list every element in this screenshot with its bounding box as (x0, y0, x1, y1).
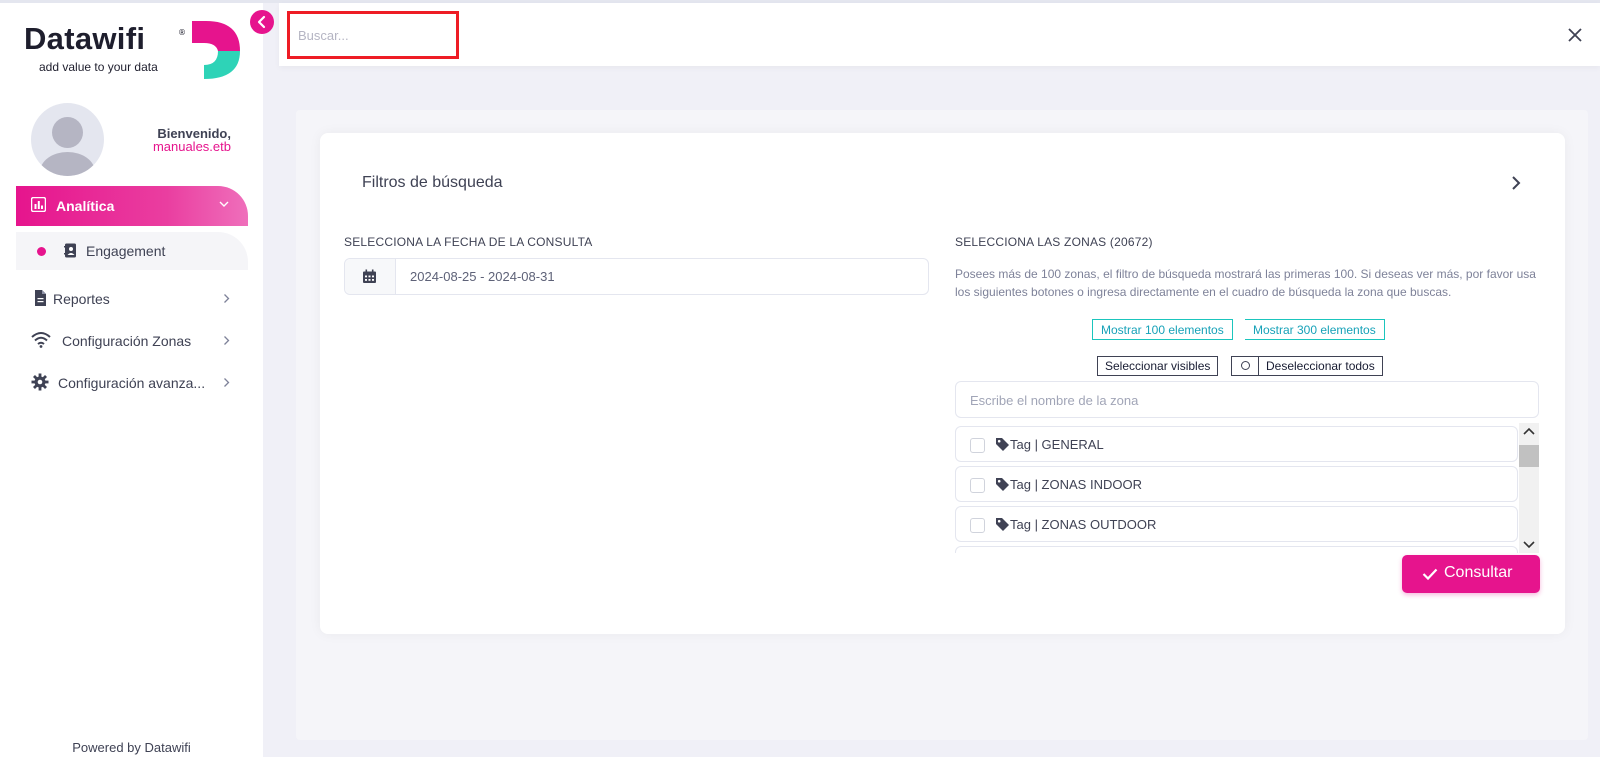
chevron-right-icon[interactable] (1508, 174, 1524, 192)
card-title: Filtros de búsqueda (362, 174, 503, 191)
username[interactable]: manuales.etb (110, 139, 231, 154)
date-range-picker[interactable]: 2024-08-25 - 2024-08-31 (344, 258, 929, 295)
chevron-right-icon (224, 336, 230, 345)
circle-icon (1240, 361, 1250, 370)
contact-card-icon (64, 243, 76, 258)
deselect-all-button[interactable]: Deseleccionar todos (1258, 356, 1383, 376)
calendar-icon (363, 269, 376, 283)
top-header (279, 3, 1600, 66)
sidebar-item-label: Configuración avanza... (58, 375, 206, 391)
show-300-button[interactable]: Mostrar 300 elementos (1245, 319, 1385, 340)
brand-logo[interactable]: Datawifi ® add value to your data (24, 21, 244, 83)
date-label: SELECCIONA LA FECHA DE LA CONSULTA (344, 235, 593, 249)
select-visible-button[interactable]: Seleccionar visibles (1097, 356, 1219, 376)
avatar-body (40, 152, 95, 176)
check-icon (1422, 568, 1438, 581)
file-icon (35, 290, 46, 306)
consultar-label: Consultar (1444, 564, 1513, 581)
sidebar-collapse-button[interactable] (250, 10, 274, 34)
search-box[interactable] (287, 11, 459, 59)
registered-mark: ® (178, 28, 186, 37)
avatar-head (52, 117, 83, 148)
zone-list-scrollbar[interactable] (1519, 423, 1539, 553)
zone-checkbox[interactable] (970, 518, 985, 533)
zone-search-field[interactable] (955, 381, 1539, 418)
sidebar-item-configuracion-avanzada[interactable]: Configuración avanza... (16, 365, 248, 401)
zone-label: Tag | GENERAL (1010, 437, 1104, 452)
zone-item[interactable]: Tag | ZONAS INDOOR (955, 466, 1518, 502)
zone-search-input[interactable] (970, 391, 1520, 409)
scroll-up-icon[interactable] (1523, 427, 1535, 437)
sidebar: Datawifi ® add value to your data Bienve… (0, 3, 263, 757)
zone-item[interactable] (955, 546, 1518, 553)
tag-icon (996, 518, 1009, 531)
show-100-button[interactable]: Mostrar 100 elementos (1092, 319, 1233, 340)
brand-tagline: add value to your data (39, 60, 158, 74)
zone-label: Tag | ZONAS OUTDOOR (1010, 517, 1157, 532)
sidebar-item-label: Analítica (56, 198, 115, 214)
sidebar-item-reportes[interactable]: Reportes (16, 281, 248, 317)
date-addon[interactable] (345, 259, 396, 294)
sidebar-item-label: Engagement (86, 243, 166, 259)
zone-list[interactable]: Tag | GENERAL Tag | ZONAS INDOOR Tag | Z… (955, 423, 1539, 553)
scroll-thumb[interactable] (1519, 445, 1539, 467)
sidebar-item-label: Configuración Zonas (62, 333, 192, 349)
brand-mark-icon (192, 21, 240, 79)
powered-by: Powered by Datawifi (72, 740, 191, 755)
bar-chart-icon (31, 197, 46, 212)
zone-item[interactable]: Tag | GENERAL (955, 426, 1518, 462)
zones-label: SELECCIONA LAS ZONAS (20672) (955, 235, 1153, 249)
search-input[interactable] (298, 26, 448, 44)
chevron-right-icon (224, 378, 230, 387)
zone-item[interactable]: Tag | ZONAS OUTDOOR (955, 506, 1518, 542)
tag-icon (996, 478, 1009, 491)
date-range-value[interactable]: 2024-08-25 - 2024-08-31 (410, 269, 555, 284)
sidebar-item-analitica[interactable]: Analítica (16, 186, 248, 226)
zones-info-text: Posees más de 100 zonas, el filtro de bú… (955, 267, 1536, 299)
chevron-left-icon (257, 15, 266, 29)
sidebar-item-engagement[interactable]: Engagement (16, 232, 248, 270)
zone-checkbox[interactable] (970, 438, 985, 453)
chevron-right-icon (224, 294, 230, 303)
close-icon[interactable] (1567, 27, 1583, 43)
gear-icon (31, 373, 49, 391)
wifi-icon (31, 332, 51, 348)
avatar[interactable] (31, 103, 104, 176)
chevron-down-icon (219, 201, 229, 207)
active-dot (37, 247, 46, 256)
consultar-button[interactable]: Consultar (1402, 555, 1540, 593)
zone-checkbox[interactable] (970, 478, 985, 493)
scroll-down-icon[interactable] (1523, 539, 1535, 549)
zone-label: Tag | ZONAS INDOOR (1010, 477, 1142, 492)
tag-icon (996, 438, 1009, 451)
brand-name: Datawifi (24, 21, 146, 56)
toggle-selection-button[interactable] (1231, 356, 1259, 376)
sidebar-item-configuracion-zonas[interactable]: Configuración Zonas (16, 323, 248, 359)
sidebar-item-label: Reportes (53, 291, 110, 307)
